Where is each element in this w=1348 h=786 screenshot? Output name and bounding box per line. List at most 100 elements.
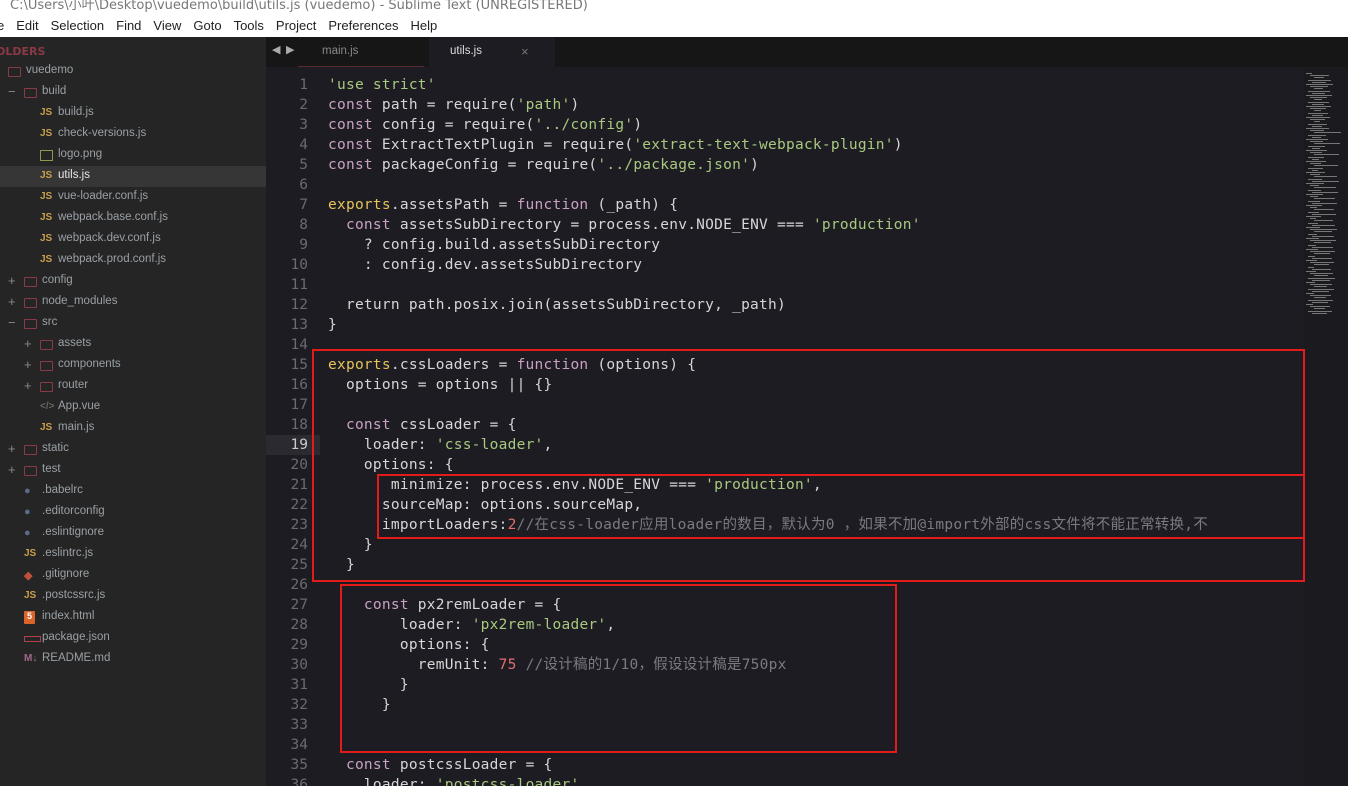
sidebar-item[interactable]: JS check-versions.js bbox=[0, 124, 266, 145]
sidebar-item[interactable]: ● .eslintignore bbox=[0, 523, 266, 544]
sidebar-item[interactable]: + assets bbox=[0, 334, 266, 355]
tab-prev-icon[interactable]: ◀ bbox=[272, 43, 280, 56]
minimap-line bbox=[1312, 81, 1326, 83]
token-d: packageConfig = require( bbox=[372, 157, 598, 173]
expand-icon[interactable]: + bbox=[24, 357, 32, 372]
token-kw: const bbox=[328, 117, 373, 133]
close-icon[interactable]: × bbox=[521, 44, 529, 59]
line-number: 32 bbox=[290, 697, 308, 713]
expand-icon[interactable]: + bbox=[8, 441, 16, 456]
sidebar-item[interactable]: −vuedemo bbox=[0, 61, 266, 82]
minimap-line bbox=[1310, 207, 1317, 209]
minimap-line bbox=[1306, 216, 1321, 217]
minimap-line bbox=[1306, 95, 1332, 96]
tab-main-js[interactable]: main.js bbox=[298, 37, 424, 67]
expand-icon[interactable]: + bbox=[8, 294, 16, 309]
token-kw: const bbox=[345, 217, 391, 233]
expand-icon[interactable]: + bbox=[24, 378, 32, 393]
sidebar-item[interactable]: + config bbox=[0, 271, 266, 292]
minimap-line bbox=[1314, 165, 1338, 167]
sidebar-item[interactable]: JS webpack.prod.conf.js bbox=[0, 250, 266, 271]
sidebar-item[interactable]: M↓ README.md bbox=[0, 649, 266, 670]
minimap-line bbox=[1310, 218, 1316, 220]
line-number: 16 bbox=[290, 377, 308, 393]
minimap-line bbox=[1308, 90, 1330, 92]
sidebar-item[interactable]: − build bbox=[0, 82, 266, 103]
sidebar-item[interactable]: + router bbox=[0, 376, 266, 397]
menu-edit[interactable]: Edit bbox=[16, 18, 38, 33]
menu-view[interactable]: View bbox=[153, 18, 181, 33]
line-number: 22 bbox=[290, 497, 308, 513]
sidebar-item[interactable]: − src bbox=[0, 313, 266, 334]
minimap[interactable] bbox=[1304, 67, 1348, 786]
minimap-line bbox=[1312, 202, 1337, 204]
minimap-line bbox=[1308, 299, 1333, 301]
sidebar-item[interactable]: JS webpack.base.conf.js bbox=[0, 208, 266, 229]
sidebar-item-label: node_modules bbox=[42, 295, 118, 307]
expand-icon[interactable]: + bbox=[24, 336, 32, 351]
js-icon: JS bbox=[24, 548, 37, 559]
collapse-icon[interactable]: − bbox=[8, 84, 16, 99]
line-number: 18 bbox=[290, 417, 308, 433]
tab-next-icon[interactable]: ▶ bbox=[286, 43, 294, 56]
minimap-line bbox=[1314, 231, 1332, 233]
sidebar-item-label: assets bbox=[58, 337, 92, 349]
sidebar-item[interactable]: JS build.js bbox=[0, 103, 266, 124]
minimap-line bbox=[1312, 290, 1329, 292]
minimap-line bbox=[1308, 200, 1320, 202]
token-d: postcssLoader = { bbox=[390, 757, 553, 773]
line-number: 36 bbox=[290, 777, 308, 786]
collapse-icon[interactable]: − bbox=[8, 315, 16, 330]
sidebar-item-label: package.json bbox=[42, 631, 110, 643]
folder-icon bbox=[40, 361, 53, 371]
menu-e[interactable]: e bbox=[0, 18, 4, 33]
sidebar-item[interactable]: + static bbox=[0, 439, 266, 460]
sidebar-item[interactable]: JS .eslintrc.js bbox=[0, 544, 266, 565]
line-number: 1 bbox=[299, 77, 308, 93]
menu-tools[interactable]: Tools bbox=[234, 18, 264, 33]
sidebar-item[interactable]: ◆ .gitignore bbox=[0, 565, 266, 586]
expand-icon[interactable]: + bbox=[8, 273, 16, 288]
menu-selection[interactable]: Selection bbox=[51, 18, 104, 33]
sidebar-item[interactable]: package.json bbox=[0, 628, 266, 649]
minimap-line bbox=[1310, 97, 1327, 99]
sidebar-item[interactable]: JS main.js bbox=[0, 418, 266, 439]
sidebar-item[interactable]: JS .postcssrc.js bbox=[0, 586, 266, 607]
menu-project[interactable]: Project bbox=[276, 18, 316, 33]
folder-open-icon bbox=[24, 88, 37, 98]
sidebar-item[interactable]: logo.png bbox=[0, 145, 266, 166]
sidebar-item[interactable]: JS webpack.dev.conf.js bbox=[0, 229, 266, 250]
expand-icon[interactable]: + bbox=[8, 462, 16, 477]
sidebar-item[interactable]: 5 index.html bbox=[0, 607, 266, 628]
sidebar-item[interactable]: + node_modules bbox=[0, 292, 266, 313]
menu-help[interactable]: Help bbox=[410, 18, 437, 33]
config-icon: ● bbox=[24, 527, 31, 539]
minimap-line bbox=[1308, 266, 1314, 268]
js-icon: JS bbox=[40, 107, 53, 118]
minimap-line bbox=[1310, 75, 1329, 77]
minimap-line bbox=[1308, 189, 1321, 191]
js-icon: JS bbox=[24, 590, 37, 601]
menu-preferences[interactable]: Preferences bbox=[328, 18, 398, 33]
sidebar-item[interactable]: </> App.vue bbox=[0, 397, 266, 418]
token-d: path = require( bbox=[372, 97, 517, 113]
sidebar-item[interactable]: ● .babelrc bbox=[0, 481, 266, 502]
sidebar-item[interactable]: JS vue-loader.conf.js bbox=[0, 187, 266, 208]
window-title: C:\Users\小叶\Desktop\vuedemo\build\utils.… bbox=[10, 0, 588, 13]
minimap-line bbox=[1314, 99, 1322, 101]
menu-find[interactable]: Find bbox=[116, 18, 141, 33]
menu-goto[interactable]: Goto bbox=[193, 18, 221, 33]
sidebar-item[interactable]: ● .editorconfig bbox=[0, 502, 266, 523]
minimap-line bbox=[1306, 282, 1315, 283]
sidebar-item[interactable]: + components bbox=[0, 355, 266, 376]
minimap-line bbox=[1314, 308, 1325, 310]
sidebar-item[interactable]: JS utils.js bbox=[0, 166, 266, 187]
sidebar-item[interactable]: + test bbox=[0, 460, 266, 481]
line-number: 34 bbox=[290, 737, 308, 753]
sidebar-item-label: webpack.prod.conf.js bbox=[58, 253, 167, 265]
sidebar-item-label: build bbox=[42, 85, 67, 97]
sidebar-item-label: router bbox=[58, 379, 89, 391]
tab-utils-js[interactable]: utils.js × bbox=[429, 37, 555, 67]
token-d: , bbox=[579, 777, 589, 786]
minimap-line bbox=[1310, 295, 1331, 297]
